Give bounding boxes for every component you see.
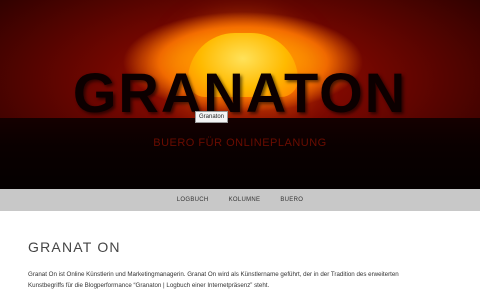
main-content: GRANAT ON Granat On ist Online Künstleri… bbox=[0, 211, 480, 302]
dark-horizon bbox=[0, 118, 480, 189]
intro-paragraph: Granat On ist Online Künstlerin und Mark… bbox=[28, 269, 468, 291]
nav-item-kolumne[interactable]: KOLUMNE bbox=[229, 197, 261, 203]
page-title: GRANAT ON bbox=[28, 239, 121, 255]
site-subtitle: BUERO FÜR ONLINEPLANUNG bbox=[153, 137, 327, 149]
nav-item-logbuch[interactable]: LOGBUCH bbox=[177, 197, 209, 203]
intro-line-2: Kunstbegriffs für die Blogperformance “G… bbox=[28, 282, 270, 289]
title-tooltip: Granaton bbox=[195, 111, 229, 123]
main-navigation: LOGBUCH KOLUMNE BUERO bbox=[0, 189, 480, 211]
header-banner: GRANATON Granaton BUERO FÜR ONLINEPLANUN… bbox=[0, 0, 480, 189]
intro-line-1: Granat On ist Online Künstlerin und Mark… bbox=[28, 271, 399, 278]
nav-item-buero[interactable]: BUERO bbox=[280, 197, 303, 203]
site-title[interactable]: GRANATON bbox=[0, 63, 480, 123]
